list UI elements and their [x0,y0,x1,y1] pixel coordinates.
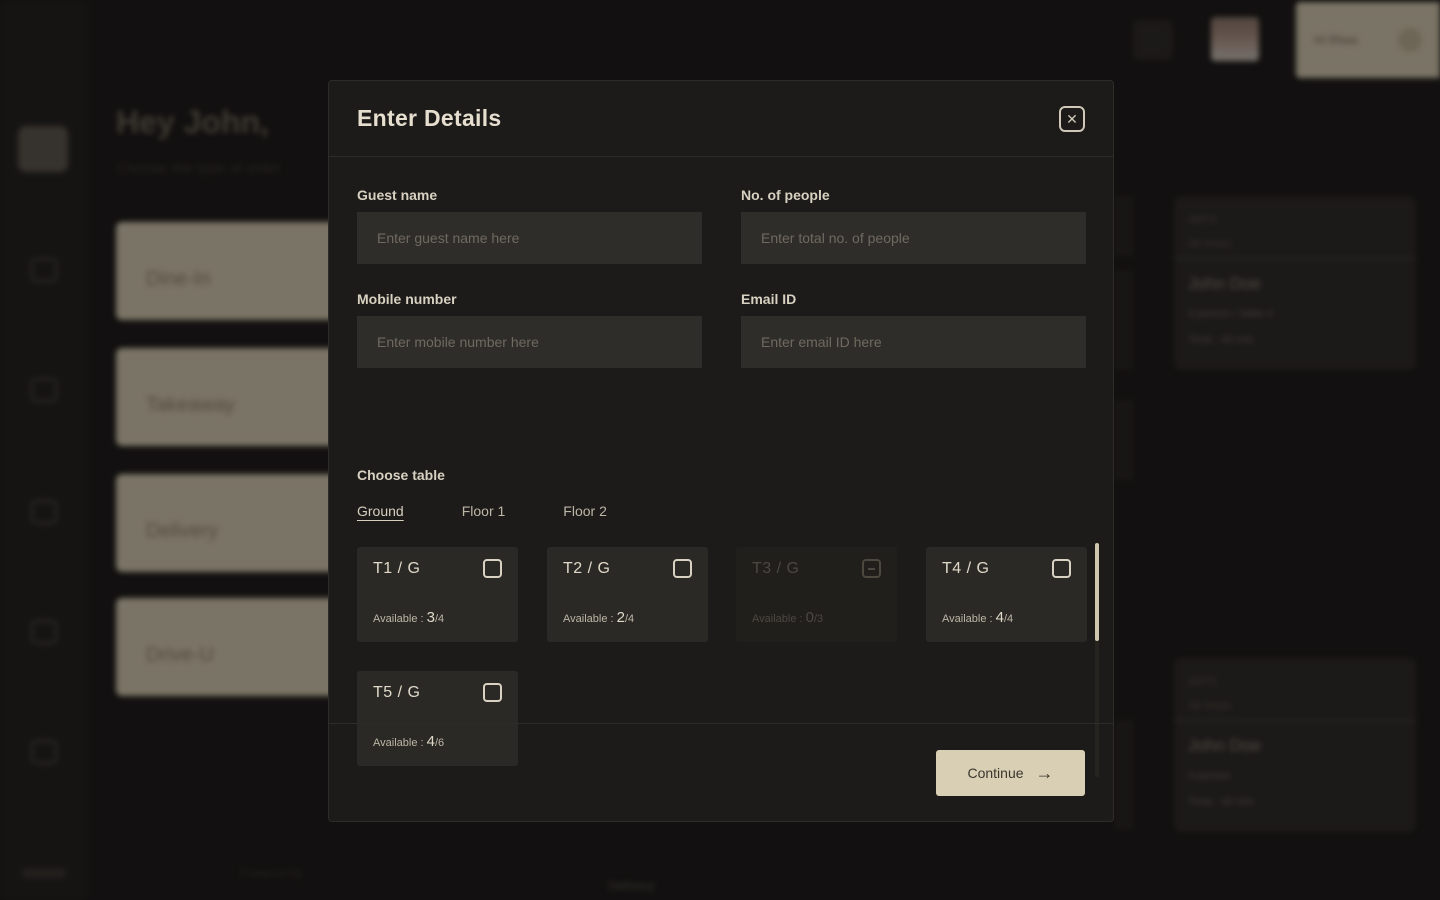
table-card-t2[interactable]: T2 / G Available : 2/4 [547,547,708,642]
choose-table-label: Choose table [357,467,445,483]
enter-details-modal: Enter Details ✕ Guest name No. of people… [328,80,1114,822]
email-input[interactable] [741,316,1086,368]
floor-tabs: Ground Floor 1 Floor 2 [357,503,607,519]
table-availability: Available : 3/4 [373,609,444,626]
availability-count: 4 [995,609,1004,626]
table-checkbox[interactable] [483,559,502,578]
table-name: T5 / G [373,683,421,701]
availability-capacity: /4 [1003,613,1014,625]
availability-count: 0 [805,609,814,626]
guest-name-field: Guest name [357,187,702,264]
tab-floor-2[interactable]: Floor 2 [563,503,607,519]
guest-name-input[interactable] [357,212,702,264]
modal-body: Guest name No. of people Mobile number E… [329,157,1113,777]
guest-name-label: Guest name [357,187,438,203]
availability-label: Available : [942,613,993,625]
tab-ground[interactable]: Ground [357,503,404,519]
availability-capacity: /4 [624,613,635,625]
availability-label: Available : [373,613,424,625]
availability-count: 2 [616,609,625,626]
table-checkbox-disabled [862,559,881,578]
tables-scrollbar-thumb[interactable] [1095,543,1099,641]
table-checkbox[interactable] [1052,559,1071,578]
modal-footer: Continue → [329,723,1113,821]
email-label: Email ID [741,291,797,307]
table-availability: Available : 2/4 [563,609,634,626]
table-name: T4 / G [942,559,990,577]
tab-floor-1[interactable]: Floor 1 [462,503,506,519]
table-card-t3: T3 / G Available : 0/3 [736,547,897,642]
table-name: T3 / G [752,559,800,577]
arrow-right-icon: → [1035,763,1054,783]
close-icon: ✕ [1066,110,1078,127]
people-field: No. of people [741,187,1086,264]
modal-title: Enter Details [357,105,502,131]
people-label: No. of people [741,187,830,203]
modal-header: Enter Details ✕ [329,81,1113,157]
availability-label: Available : [563,613,614,625]
continue-label: Continue [967,765,1024,781]
table-availability: Available : 0/3 [752,609,823,626]
table-card-t1[interactable]: T1 / G Available : 3/4 [357,547,518,642]
availability-capacity: /4 [434,613,445,625]
availability-label: Available : [752,613,803,625]
close-button[interactable]: ✕ [1059,105,1085,132]
table-name: T2 / G [563,559,611,577]
table-name: T1 / G [373,559,421,577]
continue-button[interactable]: Continue → [936,750,1085,796]
table-availability: Available : 4/4 [942,609,1013,626]
mobile-field: Mobile number [357,291,702,368]
availability-capacity: /3 [813,613,824,625]
email-field: Email ID [741,291,1086,368]
availability-count: 3 [426,609,435,626]
mobile-input[interactable] [357,316,702,368]
table-checkbox[interactable] [483,683,502,702]
mobile-label: Mobile number [357,291,457,307]
table-checkbox[interactable] [673,559,692,578]
table-card-t4[interactable]: T4 / G Available : 4/4 [926,547,1087,642]
people-input[interactable] [741,212,1086,264]
